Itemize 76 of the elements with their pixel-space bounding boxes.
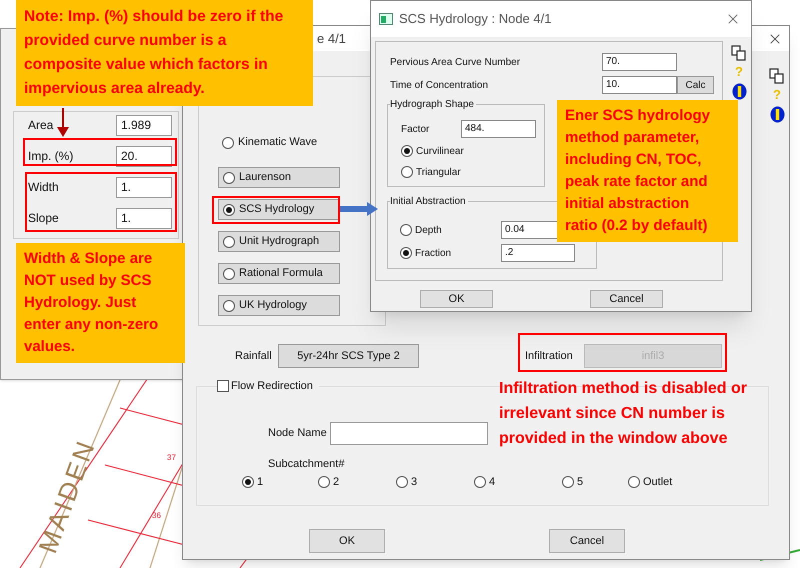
field-label: Imp. (%) [28, 148, 74, 165]
method-option[interactable]: Unit Hydrograph [218, 231, 340, 252]
radio-button[interactable] [223, 204, 235, 216]
radio-label: 1 [257, 474, 264, 490]
window-title: e 4/1 [317, 30, 346, 48]
radio-button[interactable] [223, 236, 235, 248]
field-label: Time of Concentration [390, 78, 490, 92]
input-field[interactable]: 1. [116, 208, 172, 228]
radio-label: Curvilinear [416, 144, 464, 158]
radio-button[interactable] [401, 166, 413, 178]
radio-label: Outlet [643, 474, 672, 490]
window-icon [379, 13, 393, 25]
dialog-button[interactable]: OK [420, 290, 493, 308]
radio-button[interactable] [401, 145, 413, 157]
copy-icon[interactable] [731, 45, 747, 61]
input-field[interactable]: 70. [602, 53, 677, 71]
annotation-note: Ener SCS hydrology method parameter, including CN, TOC, peak rate factor and initial abstraction ratio (0.2 by default) [557, 100, 738, 242]
field-label: Width [28, 179, 59, 196]
radio-button[interactable] [223, 268, 235, 280]
rainfall-button[interactable]: 5yr-24hr SCS Type 2 [278, 344, 419, 368]
method-option[interactable]: UK Hydrology [218, 295, 340, 316]
radio-label: Triangular [416, 166, 461, 180]
field-label: Pervious Area Curve Number [390, 56, 522, 70]
radio-button[interactable] [400, 224, 412, 236]
dialog-button[interactable]: Cancel [549, 529, 625, 553]
input-field[interactable]: 484. [461, 120, 536, 138]
rainfall-label: Rainfall [235, 348, 273, 364]
method-option[interactable]: Laurenson [218, 167, 340, 188]
radio-label: Depth [415, 224, 443, 238]
window-title: SCS Hydrology : Node 4/1 [399, 10, 552, 28]
radio-label: Fraction [415, 246, 452, 260]
factor-label: Factor [401, 122, 430, 136]
subcatchment-label: Subcatchment# [268, 458, 344, 470]
radio-button[interactable] [222, 136, 234, 148]
arrow [340, 202, 378, 216]
radio-label: 5 [577, 474, 584, 490]
radio-label: 4 [489, 474, 496, 490]
lot-number: 37 [167, 453, 176, 462]
info-icon[interactable] [770, 106, 784, 123]
radio-button[interactable] [474, 476, 486, 488]
dialog-button[interactable]: Cancel [590, 290, 663, 308]
input-field[interactable]: 20. [116, 146, 172, 166]
group-title: Hydrograph Shape [390, 97, 476, 112]
radio-button[interactable] [242, 476, 254, 488]
radio-button[interactable] [400, 247, 412, 259]
field-label: Slope [28, 210, 59, 227]
radio-button[interactable] [318, 476, 330, 488]
input-field[interactable]: 10. [602, 76, 677, 94]
annotation-note: Note: Imp. (%) should be zero if the provided curve number is a composite value which factors in impervious area already. [16, 0, 313, 106]
info-icon[interactable] [732, 83, 746, 100]
lot-number: 36 [152, 511, 161, 520]
input-field[interactable]: .2 [501, 244, 575, 262]
annotation-note: Infiltration method is disabled or irrelevant since CN number is provided in the window above [499, 379, 748, 449]
radio-button[interactable] [223, 172, 235, 184]
input-field[interactable]: 1. [116, 176, 172, 198]
input-field[interactable]: 1.989 [116, 114, 172, 136]
checkbox[interactable] [217, 380, 229, 392]
radio-button[interactable] [628, 476, 640, 488]
radio-button[interactable] [223, 300, 235, 312]
radio-label: 2 [333, 474, 340, 490]
radio-label: Kinematic Wave [238, 135, 318, 150]
method-option[interactable]: Rational Formula [218, 263, 340, 284]
infiltration-label: Infiltration [525, 348, 574, 364]
arrow [57, 108, 69, 137]
dialog-button[interactable]: OK [309, 529, 385, 553]
method-option[interactable]: SCS Hydrology [218, 199, 340, 220]
copy-icon[interactable] [769, 68, 785, 84]
annotation-note: Width & Slope are NOT used by SCS Hydrology. Just enter any non-zero values. [16, 243, 185, 363]
checkbox-label: Flow Redirection [231, 379, 313, 394]
radio-button[interactable] [396, 476, 408, 488]
node-name-label: Node Name [268, 426, 328, 441]
radio-label: 3 [411, 474, 418, 490]
field-label: Area [28, 117, 54, 134]
radio-button[interactable] [562, 476, 574, 488]
calc-button[interactable]: Calc [677, 76, 714, 94]
node-name-field[interactable] [330, 422, 488, 444]
